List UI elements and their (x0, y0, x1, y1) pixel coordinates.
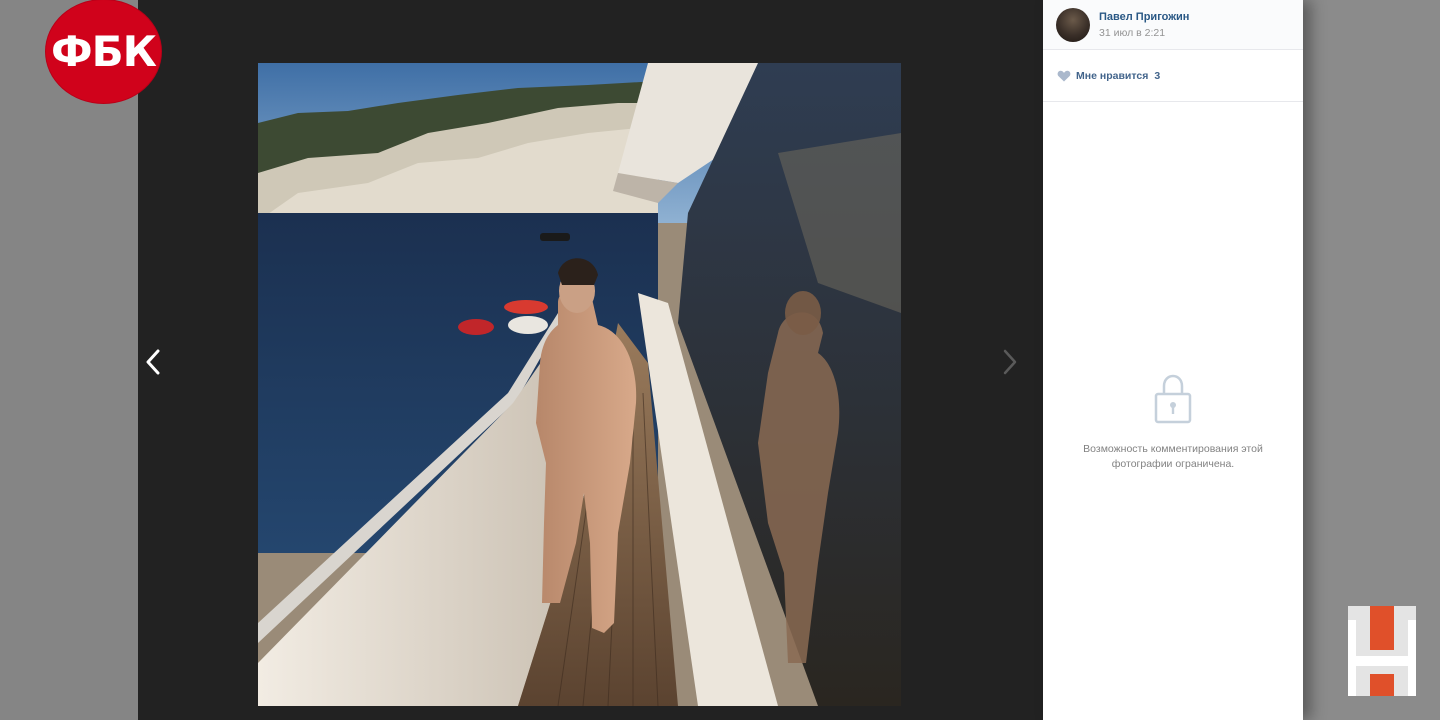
photo-viewer (138, 0, 1043, 720)
fbk-logo-text: ФБК (51, 27, 157, 76)
comments-restricted-text: Возможность комментирования этой фотогра… (1083, 443, 1263, 470)
lock-icon (1154, 374, 1192, 424)
post-header: Павел Пригожин 31 июл в 2:21 (1043, 0, 1303, 50)
post-sidebar: Павел Пригожин 31 июл в 2:21 Мне нравитс… (1043, 0, 1303, 720)
author-block: Павел Пригожин 31 июл в 2:21 (1099, 10, 1189, 40)
comments-restricted: Возможность комментирования этой фотогра… (1043, 372, 1303, 472)
previous-photo-button[interactable] (138, 345, 168, 379)
heart-icon (1057, 70, 1071, 81)
chevron-left-icon (146, 349, 160, 375)
photo[interactable] (258, 63, 901, 706)
channel-logo-mark (1348, 606, 1416, 696)
fbk-logo: ФБК (46, 0, 161, 103)
avatar[interactable] (1056, 7, 1090, 42)
chevron-right-icon (1003, 349, 1017, 375)
likes-label: Мне нравится (1076, 69, 1149, 82)
channel-logo (1348, 606, 1416, 696)
author-name-link[interactable]: Павел Пригожин (1099, 10, 1189, 24)
likes-count: 3 (1154, 69, 1161, 82)
next-photo-button[interactable] (995, 345, 1025, 379)
post-date[interactable]: 31 июл в 2:21 (1099, 26, 1189, 40)
like-button[interactable]: Мне нравится 3 (1043, 50, 1303, 102)
photo-image (258, 63, 901, 706)
background-left (0, 0, 138, 720)
